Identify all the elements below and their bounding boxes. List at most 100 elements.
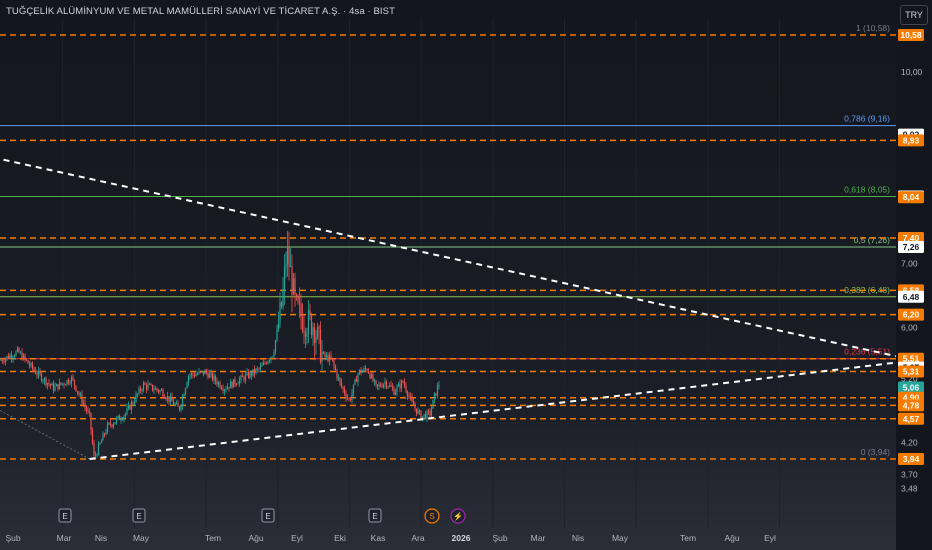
candle-body: [67, 380, 70, 384]
candle-body: [409, 396, 412, 398]
candle-body: [126, 408, 128, 414]
candle-body: [73, 379, 76, 386]
candle-body: [168, 396, 170, 402]
candle-body: [165, 398, 167, 400]
candle-body: [133, 401, 136, 404]
earnings-marker-label: E: [372, 512, 377, 521]
candle-body: [42, 380, 44, 382]
candle-body: [244, 374, 247, 381]
news-event-marker[interactable]: ⚡: [450, 508, 466, 524]
earnings-event-marker[interactable]: E: [368, 508, 382, 523]
candle-body: [256, 368, 259, 370]
earnings-event-marker[interactable]: E: [261, 508, 275, 523]
price-axis[interactable]: 10,009,008,007,006,005,204,804,203,703,4…: [896, 0, 932, 550]
candle-body: [195, 374, 197, 377]
time-tick-label: May: [612, 533, 629, 543]
time-tick-label: Tem: [205, 533, 221, 543]
fib-level-label: 0 (3,94): [861, 447, 890, 457]
candle-body: [354, 379, 356, 385]
earnings-event-marker[interactable]: E: [132, 508, 146, 523]
candle-body: [375, 380, 377, 385]
candle-body: [138, 388, 140, 394]
candle-body: [273, 352, 275, 357]
currency-button[interactable]: TRY: [900, 5, 928, 25]
candle-body: [399, 383, 401, 389]
candle-body: [295, 294, 298, 297]
candle-body: [336, 370, 338, 378]
candle-body: [382, 384, 385, 388]
time-tick-label: May: [133, 533, 150, 543]
candle-body: [136, 393, 139, 395]
candle-body: [397, 383, 400, 387]
split-event-marker[interactable]: S: [424, 508, 440, 524]
candle-body: [189, 375, 191, 377]
price-tick-label: 3,48: [901, 483, 918, 493]
candle-body: [277, 323, 280, 330]
candle-body: [423, 414, 425, 417]
candle-body: [231, 381, 233, 388]
candle-body: [1, 360, 4, 362]
candle-body: [192, 373, 194, 375]
candle-body: [400, 381, 403, 389]
candle-body: [123, 415, 125, 420]
time-tick-label: Kas: [371, 533, 386, 543]
candle-body: [261, 364, 263, 367]
candle-body: [270, 356, 272, 361]
candle-body: [328, 355, 331, 362]
candle-body: [30, 363, 32, 366]
candle-body: [370, 374, 373, 379]
candle-body: [220, 387, 223, 390]
candle-body: [268, 360, 271, 362]
price-tag-label: 8,04: [903, 192, 920, 202]
candle-body: [87, 410, 89, 412]
candle-body: [34, 370, 37, 374]
candle-body: [361, 370, 364, 373]
candle-body: [90, 412, 92, 431]
candle-body: [288, 247, 290, 268]
candle-body: [369, 373, 371, 379]
candle-body: [222, 389, 224, 392]
candle-body: [394, 391, 397, 395]
candle-body: [204, 370, 206, 375]
candle-body: [385, 381, 388, 387]
candle-body: [363, 368, 365, 371]
candle-body: [307, 310, 310, 334]
candle-body: [352, 384, 355, 393]
candle-body: [139, 388, 142, 391]
candle-body: [373, 380, 376, 382]
candle-body: [100, 440, 103, 443]
candle-body: [250, 371, 253, 376]
candle-body: [70, 376, 73, 384]
time-tick-label: Eyl: [291, 533, 303, 543]
candle-body: [438, 384, 440, 386]
candle-body: [289, 266, 292, 268]
candle-body: [298, 302, 301, 304]
candle-body: [339, 377, 341, 383]
candle-body: [262, 362, 265, 365]
candle-body: [223, 389, 226, 392]
candle-body: [76, 390, 79, 393]
candle-body: [229, 381, 232, 389]
candle-body: [79, 394, 82, 396]
candle-body: [315, 337, 317, 343]
candle-body: [208, 373, 211, 378]
fib-level-label: 0,5 (7,26): [854, 235, 891, 245]
candle-body: [232, 379, 235, 388]
time-tick-label: Nis: [572, 533, 584, 543]
earnings-event-marker[interactable]: E: [58, 508, 72, 523]
price-axis-bg[interactable]: [896, 0, 932, 550]
candle-body: [40, 373, 43, 381]
candle-body: [190, 373, 193, 376]
candle-body: [57, 384, 59, 390]
candle-body: [379, 384, 382, 387]
candle-body: [82, 403, 85, 405]
candle-body: [253, 369, 256, 374]
candle-body: [7, 355, 10, 359]
price-chart[interactable]: 1 (10,58) 0,786 (9,16) 0,618 (8,05) 0,5 (7,…: [0, 0, 932, 550]
candle-body: [172, 401, 175, 405]
candle-body: [343, 388, 346, 394]
candle-body: [22, 355, 25, 360]
candle-body: [228, 387, 230, 389]
candle-body: [52, 383, 55, 391]
candle-body: [306, 333, 308, 337]
